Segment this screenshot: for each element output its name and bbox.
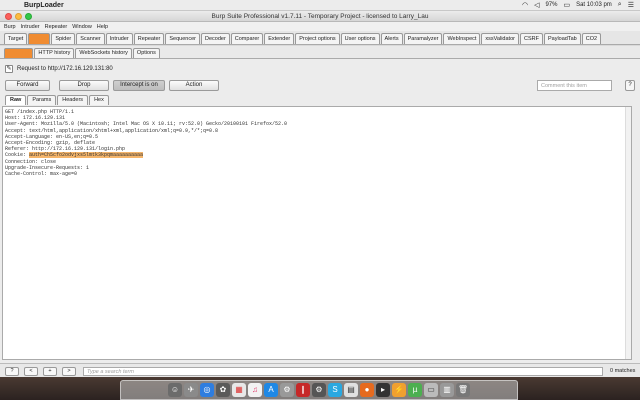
tab-params[interactable]: Params	[27, 95, 57, 105]
tab-csrf[interactable]: CSRF	[519, 33, 543, 44]
system-preferences-icon[interactable]: ⚙	[280, 383, 294, 397]
gear-app-icon[interactable]: ⚙	[312, 383, 326, 397]
pencil-icon[interactable]: ✎	[5, 65, 13, 73]
window-controls	[5, 13, 32, 20]
search-prev-button[interactable]: <	[24, 367, 38, 376]
window-titlebar: Burp Suite Professional v1.7.11 - Tempor…	[0, 11, 640, 22]
skype-icon[interactable]: S	[328, 383, 342, 397]
minimize-window-icon[interactable]	[15, 13, 22, 20]
menu-help[interactable]: Help	[97, 24, 108, 30]
menu-burp[interactable]: Burp	[4, 24, 16, 30]
tab-http-history[interactable]: HTTP history	[34, 48, 75, 58]
dock: ☺ ✈ ◎ ✿ ▦ ♫ A ⚙ ∥ ⚙ S ▤ ● ▸ ⚡ µ ▭ ▥ 🗑	[120, 380, 518, 400]
tab-alerts[interactable]: Alerts	[380, 33, 403, 44]
tab-co2[interactable]: CO2	[581, 33, 602, 44]
tab-target[interactable]: Target	[4, 33, 28, 44]
tab-proxy[interactable]: Proxy	[28, 33, 51, 44]
cookie-header-name: Cookie:	[5, 152, 30, 159]
firefox-icon[interactable]: ●	[360, 383, 374, 397]
menubar-status: ◠ ◁ 97% ▭ Sat 10:03 pm ⌕ ☰	[522, 1, 634, 9]
tab-extender[interactable]: Extender	[264, 33, 295, 44]
wifi-icon[interactable]: ◠	[522, 1, 528, 9]
search-bar: ? < + > 0 matches	[0, 363, 640, 377]
utorrent-icon[interactable]: µ	[408, 383, 422, 397]
tab-intercept[interactable]: Intercept	[4, 48, 34, 58]
tab-user-options[interactable]: User options	[340, 33, 380, 44]
intercept-toggle-button[interactable]: Intercept is on	[113, 80, 165, 91]
tab-options[interactable]: Options	[132, 48, 160, 58]
proxy-sub-tab-bar: Intercept HTTP history WebSockets histor…	[0, 46, 640, 59]
tab-intruder[interactable]: Intruder	[105, 33, 133, 44]
tab-comparer[interactable]: Comparer	[230, 33, 264, 44]
maximize-window-icon[interactable]	[25, 13, 32, 20]
document-icon[interactable]: ▤	[344, 383, 358, 397]
trash-icon[interactable]: 🗑	[456, 383, 470, 397]
macos-menubar: BurpLoader ◠ ◁ 97% ▭ Sat 10:03 pm ⌕ ☰	[0, 0, 640, 11]
app-menubar: Burp Intruder Repeater Window Help	[0, 22, 640, 31]
notification-center-icon[interactable]: ☰	[628, 1, 634, 9]
tab-paramalyzer[interactable]: Paramalyzer	[403, 33, 443, 44]
clock[interactable]: Sat 10:03 pm	[576, 2, 612, 8]
request-editor[interactable]: GET /index.php HTTP/1.1 Host: 172.16.129…	[2, 106, 632, 360]
tab-headers[interactable]: Headers	[57, 95, 89, 105]
drop-button[interactable]: Drop	[59, 80, 109, 91]
action-button[interactable]: Action	[169, 80, 219, 91]
intercept-toolbar: Forward Drop Intercept is on Action ?	[5, 80, 635, 92]
launchpad-icon[interactable]: ✈	[184, 383, 198, 397]
help-button[interactable]: ?	[625, 80, 635, 91]
app-name[interactable]: BurpLoader	[24, 2, 64, 9]
app-store-icon[interactable]: A	[264, 383, 278, 397]
close-window-icon[interactable]	[5, 13, 12, 20]
tab-xssvalidator[interactable]: xssValidator	[481, 33, 519, 44]
tab-websockets-history[interactable]: WebSockets history	[75, 48, 132, 58]
main-tab-bar: Target Proxy Spider Scanner Intruder Rep…	[0, 31, 640, 45]
tab-hex[interactable]: Hex	[89, 95, 109, 105]
terminal-icon[interactable]: ▸	[376, 383, 390, 397]
tab-repeater[interactable]: Repeater	[133, 33, 165, 44]
tab-decoder[interactable]: Decoder	[200, 33, 230, 44]
tab-sequencer[interactable]: Sequencer	[165, 33, 200, 44]
preview-icon[interactable]: ▭	[424, 383, 438, 397]
search-add-button[interactable]: +	[43, 367, 57, 376]
tab-spider[interactable]: Spider	[51, 33, 76, 44]
parallels-icon[interactable]: ∥	[296, 383, 310, 397]
search-help-button[interactable]: ?	[5, 367, 19, 376]
cookie-value-highlight[interactable]: auth=Ch5cfo2odvjxs5lmtk3kpqmaaaaaaaaaa	[29, 152, 144, 159]
tab-webinspect[interactable]: WebInspect	[443, 33, 481, 44]
battery-icon[interactable]: ▭	[563, 1, 570, 9]
request-target: ✎ Request to http://172.16.129.131:80	[5, 65, 113, 73]
menu-window[interactable]: Window	[72, 24, 92, 30]
search-input[interactable]	[83, 367, 603, 376]
menu-repeater[interactable]: Repeater	[45, 24, 68, 30]
header-cache-control: Cache-Control: max-age=0	[5, 170, 78, 177]
archive-icon[interactable]: ▥	[440, 383, 454, 397]
intercept-panel: ✎ Request to http://172.16.129.131:80 Fo…	[0, 59, 640, 363]
search-next-button[interactable]: >	[62, 367, 76, 376]
match-count: 0 matches	[610, 368, 636, 374]
menu-intruder[interactable]: Intruder	[21, 24, 40, 30]
comment-input[interactable]	[537, 80, 612, 91]
message-view-tabs: Raw Params Headers Hex	[5, 95, 110, 105]
spotlight-icon[interactable]: ⌕	[618, 1, 622, 9]
safari-icon[interactable]: ◎	[200, 383, 214, 397]
itunes-icon[interactable]: ♫	[248, 383, 262, 397]
burp-icon[interactable]: ⚡	[392, 383, 406, 397]
battery-percent: 97%	[545, 2, 558, 8]
tab-scanner[interactable]: Scanner	[76, 33, 105, 44]
tab-payloadtab[interactable]: PayloadTab	[543, 33, 581, 44]
volume-icon[interactable]: ◁	[534, 1, 539, 9]
photos-icon[interactable]: ✿	[216, 383, 230, 397]
window-title: Burp Suite Professional v1.7.11 - Tempor…	[211, 13, 429, 20]
finder-icon[interactable]: ☺	[168, 383, 182, 397]
tab-project-options[interactable]: Project options	[295, 33, 340, 44]
calendar-icon[interactable]: ▦	[232, 383, 246, 397]
editor-scrollbar[interactable]	[625, 107, 631, 359]
forward-button[interactable]: Forward	[5, 80, 50, 91]
tab-raw[interactable]: Raw	[5, 95, 27, 105]
request-target-label: Request to http://172.16.129.131:80	[17, 66, 113, 72]
